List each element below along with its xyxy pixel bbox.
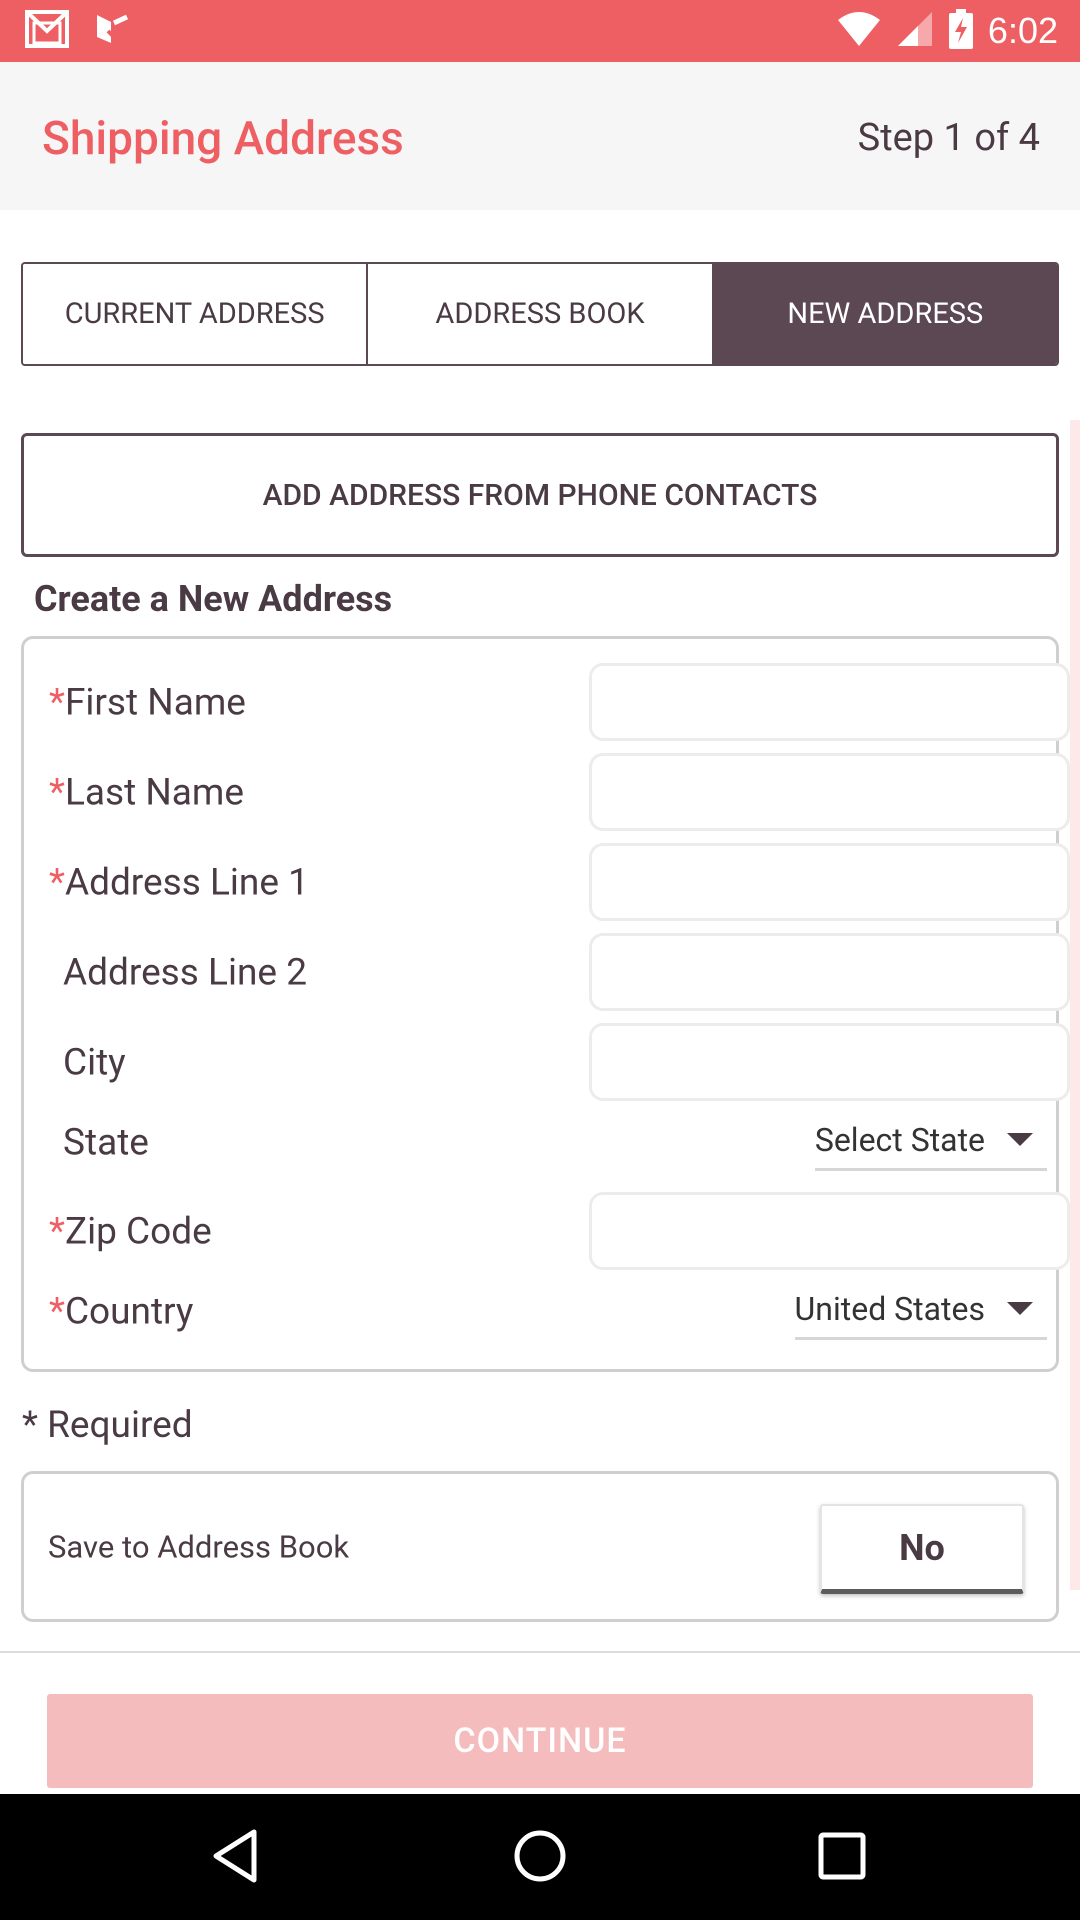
step-indicator: Step 1 of 4 bbox=[857, 116, 1040, 160]
required-star: * bbox=[49, 771, 65, 815]
first-name-input[interactable] bbox=[589, 663, 1070, 741]
status-bar: 6:02 bbox=[0, 0, 1080, 62]
form-row-address-line-2: Address Line 2 bbox=[24, 933, 1070, 1013]
signal-icon bbox=[896, 10, 934, 52]
address-line-1-input[interactable] bbox=[589, 843, 1070, 921]
required-note: * Required bbox=[22, 1404, 193, 1447]
required-star: * bbox=[49, 681, 65, 725]
state-label: State bbox=[63, 1121, 149, 1165]
zip-code-input[interactable] bbox=[589, 1192, 1070, 1270]
country-label: *Country bbox=[49, 1290, 194, 1334]
save-to-address-book-toggle[interactable]: No bbox=[820, 1504, 1024, 1594]
home-icon[interactable] bbox=[510, 1826, 570, 1886]
form-row-country: *Country United States bbox=[24, 1272, 1056, 1352]
status-time: 6:02 bbox=[987, 10, 1058, 51]
form-row-state: State Select State bbox=[24, 1103, 1056, 1183]
add-from-contacts-button[interactable]: ADD ADDRESS FROM PHONE CONTACTS bbox=[21, 433, 1059, 557]
save-to-address-book-card: Save to Address Book No bbox=[21, 1471, 1059, 1622]
required-star: * bbox=[49, 1210, 65, 1254]
form-row-last-name: *Last Name bbox=[24, 753, 1070, 833]
scrollbar[interactable] bbox=[1070, 420, 1080, 1590]
form-row-city: City bbox=[24, 1023, 1070, 1103]
system-nav-bar bbox=[0, 1794, 1080, 1920]
last-name-input[interactable] bbox=[589, 753, 1070, 831]
last-name-label: *Last Name bbox=[49, 771, 244, 815]
wifi-icon bbox=[836, 10, 882, 52]
address-tabs: CURRENT ADDRESS ADDRESS BOOK NEW ADDRESS bbox=[21, 262, 1059, 366]
address-line-2-label: Address Line 2 bbox=[63, 951, 308, 995]
divider bbox=[0, 1651, 1080, 1653]
tab-address-book[interactable]: ADDRESS BOOK bbox=[368, 264, 714, 364]
recent-apps-icon[interactable] bbox=[812, 1826, 872, 1886]
address-form: *First Name *Last Name *Address Line 1 A… bbox=[21, 636, 1070, 1372]
city-label: City bbox=[63, 1041, 126, 1085]
battery-charging-icon bbox=[948, 9, 974, 53]
address-line-1-label: *Address Line 1 bbox=[49, 861, 309, 905]
country-dropdown-value: United States bbox=[794, 1289, 985, 1328]
state-dropdown-value: Select State bbox=[814, 1120, 985, 1159]
form-row-first-name: *First Name bbox=[24, 663, 1070, 743]
country-dropdown[interactable]: United States bbox=[794, 1280, 1047, 1340]
required-star: * bbox=[49, 1290, 65, 1334]
form-row-address-line-1: *Address Line 1 bbox=[24, 843, 1070, 923]
chevron-down-icon bbox=[1007, 1133, 1033, 1146]
city-input[interactable] bbox=[589, 1023, 1070, 1101]
app-header: Shipping Address Step 1 of 4 bbox=[0, 62, 1080, 210]
tab-new-address[interactable]: NEW ADDRESS bbox=[713, 264, 1057, 364]
tab-current-address[interactable]: CURRENT ADDRESS bbox=[23, 264, 369, 364]
zip-code-label: *Zip Code bbox=[49, 1210, 212, 1254]
continue-button[interactable]: CONTINUE bbox=[47, 1694, 1033, 1788]
form-row-zip-code: *Zip Code bbox=[24, 1192, 1070, 1272]
first-name-label: *First Name bbox=[49, 681, 246, 725]
section-title: Create a New Address bbox=[34, 578, 393, 620]
gmail-icon bbox=[24, 9, 70, 53]
back-icon[interactable] bbox=[206, 1826, 266, 1886]
required-star: * bbox=[49, 861, 65, 905]
state-dropdown[interactable]: Select State bbox=[814, 1111, 1047, 1171]
address-line-2-input[interactable] bbox=[589, 933, 1070, 1011]
chevron-down-icon bbox=[1007, 1302, 1033, 1315]
save-to-address-book-label: Save to Address Book bbox=[48, 1528, 350, 1565]
page-title: Shipping Address bbox=[42, 112, 404, 166]
check-icon bbox=[94, 11, 130, 51]
